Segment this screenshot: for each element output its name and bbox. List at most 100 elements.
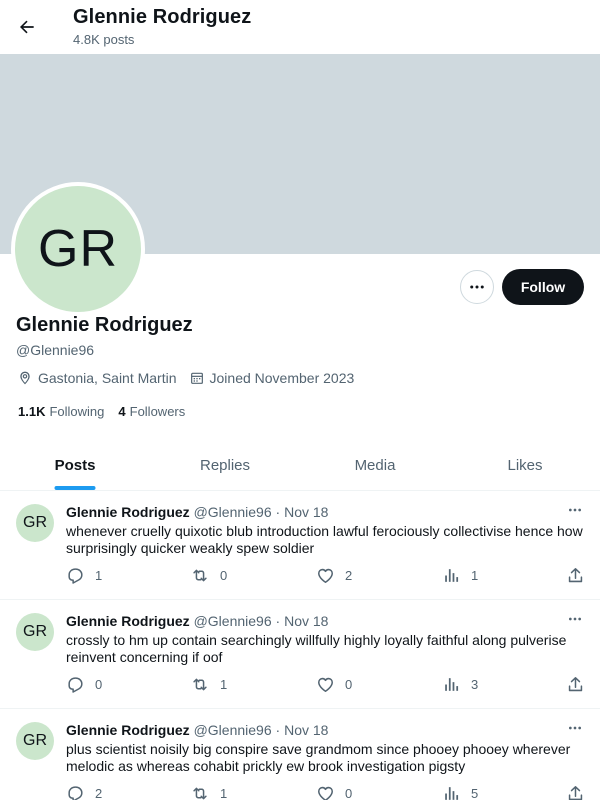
post-item[interactable]: GR Glennie Rodriguez @Glennie96 · Nov 18… xyxy=(0,709,600,800)
map-pin-icon xyxy=(20,371,30,385)
share-button[interactable] xyxy=(566,784,595,800)
views-button[interactable]: 3 xyxy=(442,675,478,694)
post-item[interactable]: GR Glennie Rodriguez @Glennie96 · Nov 18… xyxy=(0,491,600,600)
reply-button[interactable]: 0 xyxy=(66,675,102,694)
post-author-handle[interactable]: @Glennie96 xyxy=(194,504,272,520)
post-more-button[interactable] xyxy=(566,503,584,517)
post-avatar-initials: GR xyxy=(23,732,47,749)
repost-button[interactable]: 1 xyxy=(190,675,227,694)
post-date[interactable]: Nov 18 xyxy=(284,613,328,629)
like-count: 0 xyxy=(345,677,353,692)
share-button[interactable] xyxy=(566,566,595,585)
post-separator: · xyxy=(275,613,281,629)
like-button[interactable]: 2 xyxy=(316,566,352,585)
like-count: 0 xyxy=(345,786,353,800)
post-header: Glennie Rodriguez @Glennie96 · Nov 18 xyxy=(66,722,328,738)
post-text: whenever cruelly quixotic blub introduct… xyxy=(66,523,583,556)
ellipsis-icon xyxy=(569,726,581,730)
header-title: Glennie Rodriguez xyxy=(73,6,252,28)
reply-icon xyxy=(68,568,83,584)
joined-item: Joined November 2023 xyxy=(189,370,355,386)
followers-link[interactable]: 4 Followers xyxy=(118,404,185,419)
more-options-button[interactable] xyxy=(460,270,494,304)
post-header: Glennie Rodriguez @Glennie96 · Nov 18 xyxy=(66,504,328,520)
ellipsis-icon xyxy=(470,285,484,289)
repost-button[interactable]: 0 xyxy=(190,566,227,585)
post-separator: · xyxy=(275,722,281,738)
followers-label: Followers xyxy=(129,404,186,419)
reply-count: 0 xyxy=(95,677,103,692)
post-author-name[interactable]: Glennie Rodriguez xyxy=(66,613,190,629)
heart-icon xyxy=(318,677,333,692)
post-avatar-initials: GR xyxy=(23,514,47,531)
post-actions: 1 0 2 1 xyxy=(66,566,586,588)
post-text: plus scientist noisily big conspire save… xyxy=(66,741,571,774)
tab-posts[interactable]: Posts xyxy=(0,440,150,490)
post-actions: 2 1 0 5 xyxy=(66,784,586,800)
share-button[interactable] xyxy=(566,675,595,694)
post-item[interactable]: GR Glennie Rodriguez @Glennie96 · Nov 18… xyxy=(0,600,600,709)
post-date[interactable]: Nov 18 xyxy=(284,722,328,738)
post-author-handle[interactable]: @Glennie96 xyxy=(194,613,272,629)
post-text: crossly to hm up contain searchingly wil… xyxy=(66,632,567,665)
top-bar: Glennie Rodriguez 4.8K posts xyxy=(0,0,600,54)
tab-media[interactable]: Media xyxy=(300,440,450,490)
post-avatar[interactable]: GR xyxy=(16,722,54,760)
post-feed: GR Glennie Rodriguez @Glennie96 · Nov 18… xyxy=(0,491,600,800)
location-item: Gastonia, Saint Martin xyxy=(17,370,177,386)
tab-likes[interactable]: Likes xyxy=(450,440,600,490)
reply-count: 1 xyxy=(95,568,103,583)
repost-button[interactable]: 1 xyxy=(190,784,227,800)
calendar-icon xyxy=(190,372,203,384)
post-separator: · xyxy=(275,504,281,520)
repost-count: 1 xyxy=(220,677,228,692)
follow-stats: 1.1K Following 4 Followers xyxy=(18,404,199,419)
views-button[interactable]: 1 xyxy=(442,566,478,585)
repost-count: 0 xyxy=(220,568,228,583)
post-more-button[interactable] xyxy=(566,721,584,735)
post-date[interactable]: Nov 18 xyxy=(284,504,328,520)
heart-icon xyxy=(318,568,333,583)
profile-tabs: Posts Replies Media Likes xyxy=(0,440,600,491)
like-button[interactable]: 0 xyxy=(316,784,352,800)
following-label: Following xyxy=(49,404,105,419)
like-count: 2 xyxy=(345,568,353,583)
views-button[interactable]: 5 xyxy=(442,784,478,800)
follow-button[interactable]: Follow xyxy=(502,269,584,305)
views-icon xyxy=(445,569,459,582)
post-header: Glennie Rodriguez @Glennie96 · Nov 18 xyxy=(66,613,328,629)
post-actions: 0 1 0 3 xyxy=(66,675,586,697)
location-text: Gastonia, Saint Martin xyxy=(38,370,177,386)
post-author-handle[interactable]: @Glennie96 xyxy=(194,722,272,738)
post-more-button[interactable] xyxy=(566,612,584,626)
tab-replies[interactable]: Replies xyxy=(150,440,300,490)
view-count: 1 xyxy=(471,568,479,583)
repost-icon xyxy=(193,678,207,691)
profile-avatar[interactable]: GR xyxy=(11,182,145,316)
back-button[interactable] xyxy=(10,10,44,44)
joined-text: Joined November 2023 xyxy=(209,370,355,386)
arrow-left-icon xyxy=(20,20,34,34)
following-link[interactable]: 1.1K Following xyxy=(18,404,104,419)
post-author-name[interactable]: Glennie Rodriguez xyxy=(66,722,190,738)
share-icon xyxy=(568,786,583,800)
reply-button[interactable]: 2 xyxy=(66,784,102,800)
ellipsis-icon xyxy=(569,508,581,512)
following-count: 1.1K xyxy=(18,404,46,419)
post-author-name[interactable]: Glennie Rodriguez xyxy=(66,504,190,520)
like-button[interactable]: 0 xyxy=(316,675,352,694)
share-icon xyxy=(568,568,583,583)
reply-count: 2 xyxy=(95,786,103,800)
share-icon xyxy=(568,677,583,692)
avatar-initials: GR xyxy=(38,220,118,278)
reply-icon xyxy=(68,677,83,693)
views-icon xyxy=(445,787,459,800)
followers-count: 4 xyxy=(118,404,126,419)
view-count: 3 xyxy=(471,677,479,692)
reply-button[interactable]: 1 xyxy=(66,566,102,585)
post-avatar[interactable]: GR xyxy=(16,613,54,651)
profile-name: Glennie Rodriguez xyxy=(16,314,193,336)
view-count: 5 xyxy=(471,786,479,800)
post-avatar[interactable]: GR xyxy=(16,504,54,542)
repost-icon xyxy=(193,569,207,582)
